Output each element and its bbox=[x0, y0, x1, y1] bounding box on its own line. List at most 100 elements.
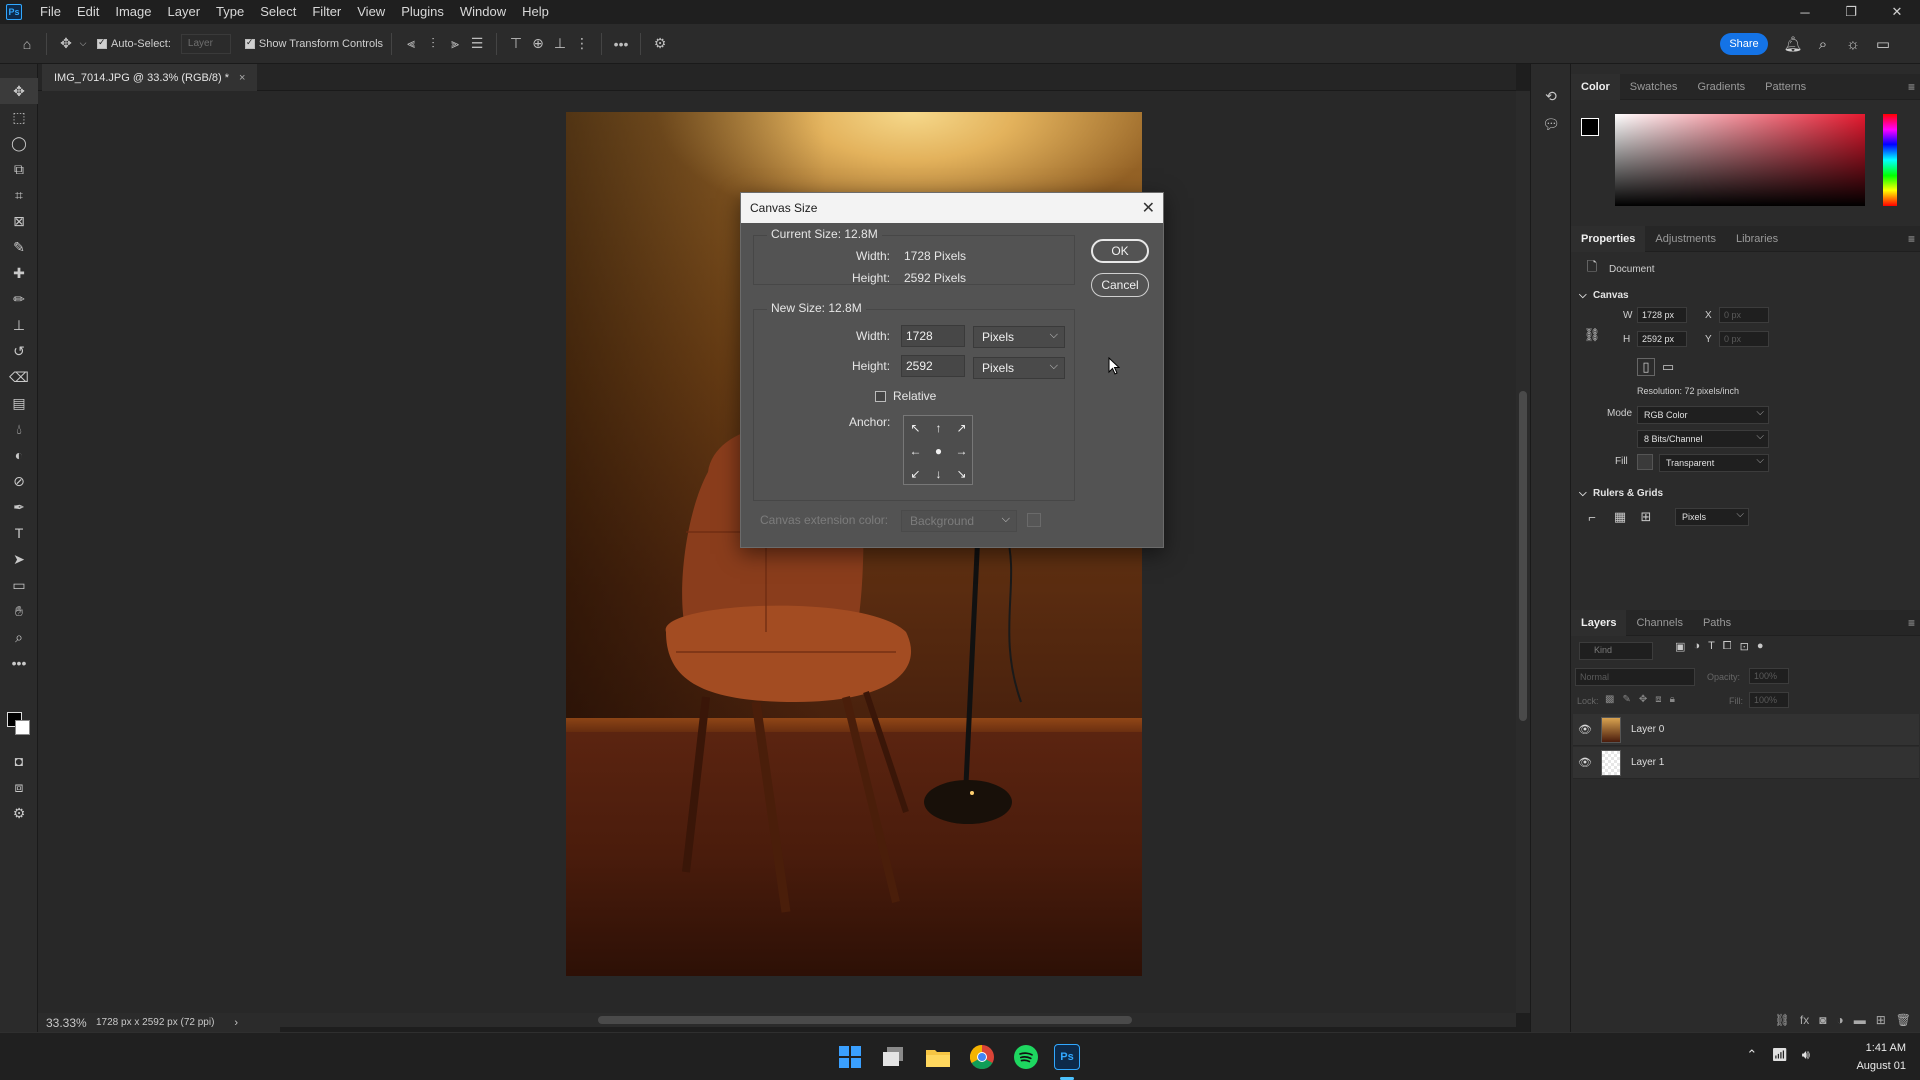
anchor-top-left[interactable]: ↖ bbox=[904, 416, 927, 439]
filter-type-icon[interactable]: T bbox=[1708, 640, 1715, 653]
menu-filter[interactable]: Filter bbox=[304, 0, 349, 24]
lock-all-icon[interactable]: 🔒︎ bbox=[1670, 694, 1675, 705]
tab-paths[interactable]: Paths bbox=[1693, 610, 1741, 636]
anchor-top[interactable]: ↑ bbox=[927, 416, 950, 439]
dialog-close-icon[interactable]: ✕ bbox=[1142, 198, 1155, 218]
tab-properties[interactable]: Properties bbox=[1571, 225, 1646, 252]
grid-icon[interactable]: ▦ bbox=[1611, 508, 1629, 526]
path-select-tool-icon[interactable]: ➤ bbox=[0, 546, 38, 572]
horizontal-scrollbar[interactable] bbox=[280, 1013, 1516, 1027]
hand-tool-icon[interactable]: ✋︎ bbox=[0, 598, 38, 624]
mode-select[interactable]: RGB Color bbox=[1637, 405, 1769, 424]
align-bottom-icon[interactable]: ⊥ bbox=[549, 33, 571, 55]
landscape-orientation-icon[interactable]: ▭ bbox=[1659, 358, 1677, 376]
marquee-tool-icon[interactable]: ⬚ bbox=[0, 104, 38, 130]
rulers-grids-section-title[interactable]: Rulers & Grids bbox=[1593, 488, 1663, 499]
object-select-tool-icon[interactable]: ⧉ bbox=[0, 156, 38, 182]
dodge-tool-icon[interactable]: ◐ bbox=[0, 442, 38, 468]
cancel-button[interactable]: Cancel bbox=[1091, 273, 1149, 297]
auto-select-option[interactable]: Auto-Select: bbox=[97, 37, 171, 50]
task-view-icon[interactable] bbox=[878, 1041, 910, 1073]
menu-help[interactable]: Help bbox=[514, 0, 557, 24]
layer-row[interactable]: 👁︎ Layer 0 bbox=[1573, 714, 1919, 746]
more-tools-icon[interactable]: ••• bbox=[0, 650, 38, 676]
width-unit-select[interactable]: Pixels bbox=[973, 325, 1065, 348]
horizontal-scroll-thumb[interactable] bbox=[598, 1016, 1132, 1024]
menu-window[interactable]: Window bbox=[452, 0, 514, 24]
panel-menu-icon[interactable]: ≡ bbox=[1908, 226, 1915, 252]
menu-type[interactable]: Type bbox=[208, 0, 252, 24]
pen-tool-icon[interactable]: ✒ bbox=[0, 494, 38, 520]
menu-file[interactable]: File bbox=[32, 0, 69, 24]
lock-pixels-icon[interactable]: ✎ bbox=[1622, 694, 1630, 705]
status-menu-arrow-icon[interactable]: › bbox=[234, 1017, 238, 1029]
file-explorer-icon[interactable] bbox=[922, 1041, 954, 1073]
menu-plugins[interactable]: Plugins bbox=[393, 0, 452, 24]
anchor-top-right[interactable]: ↗ bbox=[950, 416, 973, 439]
blur-tool-icon[interactable]: 💧︎ bbox=[0, 416, 38, 442]
dialog-titlebar[interactable]: Canvas Size ✕ bbox=[741, 193, 1163, 223]
tray-chevron-up-icon[interactable]: ⌃ bbox=[1746, 1047, 1757, 1063]
align-top-icon[interactable]: ⊤ bbox=[505, 33, 527, 55]
wifi-icon[interactable]: 📶︎ bbox=[1771, 1047, 1788, 1063]
menu-layer[interactable]: Layer bbox=[160, 0, 209, 24]
panel-menu-icon[interactable]: ≡ bbox=[1908, 610, 1915, 636]
delete-layer-trash-icon[interactable]: 🗑︎ bbox=[1896, 1013, 1911, 1027]
panel-foreground-swatch[interactable] bbox=[1581, 118, 1599, 136]
new-height-input[interactable]: 2592 bbox=[901, 355, 965, 377]
tab-color[interactable]: Color bbox=[1571, 73, 1620, 100]
photoshop-taskbar-icon[interactable]: Ps bbox=[1054, 1044, 1080, 1070]
volume-icon[interactable]: 🔊︎ bbox=[1802, 1047, 1810, 1063]
new-width-input[interactable]: 1728 bbox=[901, 325, 965, 347]
ok-button[interactable]: OK bbox=[1091, 239, 1149, 263]
show-transform-checkbox[interactable] bbox=[244, 37, 255, 49]
extension-color-select[interactable]: Background bbox=[901, 509, 1017, 532]
rulers-icon[interactable]: ⌐ bbox=[1583, 508, 1601, 526]
healing-brush-tool-icon[interactable]: ✚ bbox=[0, 260, 38, 286]
height-unit-select[interactable]: Pixels bbox=[973, 356, 1065, 379]
extension-color-swatch[interactable] bbox=[1027, 513, 1041, 527]
screen-mode-icon[interactable]: ⧈ bbox=[0, 774, 38, 800]
rulers-unit-select[interactable]: Pixels bbox=[1675, 507, 1749, 526]
color-picker-field[interactable] bbox=[1615, 114, 1865, 206]
relative-checkbox[interactable] bbox=[875, 391, 886, 402]
link-dimensions-icon[interactable]: ⛓ bbox=[1583, 326, 1601, 344]
add-mask-icon[interactable]: ◙ bbox=[1819, 1013, 1826, 1027]
comments-panel-icon[interactable]: 💬︎ bbox=[1531, 110, 1571, 138]
zoom-level[interactable]: 33.33% bbox=[38, 1016, 96, 1030]
distribute-vertical-icon[interactable]: ⋮ bbox=[571, 33, 593, 55]
filter-adjustment-icon[interactable]: ◑ bbox=[1693, 640, 1700, 653]
zoom-tool-icon[interactable]: ⌕ bbox=[0, 624, 38, 650]
canvas-x-field[interactable]: 0 px bbox=[1719, 307, 1769, 323]
distribute-icon[interactable]: ☰ bbox=[466, 33, 488, 55]
auto-select-target-select[interactable]: Layer bbox=[180, 33, 231, 54]
filter-pixel-icon[interactable]: ▣ bbox=[1675, 640, 1685, 653]
type-tool-icon[interactable]: T bbox=[0, 520, 38, 546]
close-window-icon[interactable]: ✕ bbox=[1874, 0, 1920, 24]
filter-smart-object-icon[interactable]: ⊡ bbox=[1740, 640, 1749, 653]
minimize-icon[interactable]: ─ bbox=[1782, 0, 1828, 24]
tab-channels[interactable]: Channels bbox=[1626, 610, 1692, 636]
history-brush-tool-icon[interactable]: ↺ bbox=[0, 338, 38, 364]
anchor-right[interactable]: → bbox=[950, 439, 973, 462]
lock-position-icon[interactable]: ✥ bbox=[1639, 694, 1647, 705]
close-tab-icon[interactable]: × bbox=[239, 72, 245, 84]
clone-stamp-tool-icon[interactable]: ⊥ bbox=[0, 312, 38, 338]
home-icon[interactable]: ⌂ bbox=[16, 33, 38, 55]
background-color-swatch[interactable] bbox=[15, 720, 30, 735]
crop-tool-icon[interactable]: ⌗ bbox=[0, 182, 38, 208]
show-transform-option[interactable]: Show Transform Controls bbox=[244, 37, 383, 50]
move-tool-icon[interactable]: ✥ bbox=[0, 78, 38, 104]
brush-tool-icon[interactable]: ✏ bbox=[0, 286, 38, 312]
lock-artboard-icon[interactable]: ⧈ bbox=[1655, 694, 1661, 705]
opacity-field[interactable]: 100% bbox=[1749, 668, 1789, 684]
lasso-tool-icon[interactable]: ◯ bbox=[0, 130, 38, 156]
chrome-browser-icon[interactable] bbox=[966, 1041, 998, 1073]
tab-swatches[interactable]: Swatches bbox=[1620, 74, 1688, 100]
share-button[interactable]: Share bbox=[1720, 33, 1768, 55]
chevron-down-icon[interactable]: ⌵ bbox=[77, 33, 89, 55]
menu-view[interactable]: View bbox=[349, 0, 393, 24]
anchor-center[interactable]: ● bbox=[927, 439, 950, 462]
gradient-tool-icon[interactable]: ▤ bbox=[0, 390, 38, 416]
canvas-section-chevron-icon[interactable]: ⌵ bbox=[1579, 290, 1587, 301]
